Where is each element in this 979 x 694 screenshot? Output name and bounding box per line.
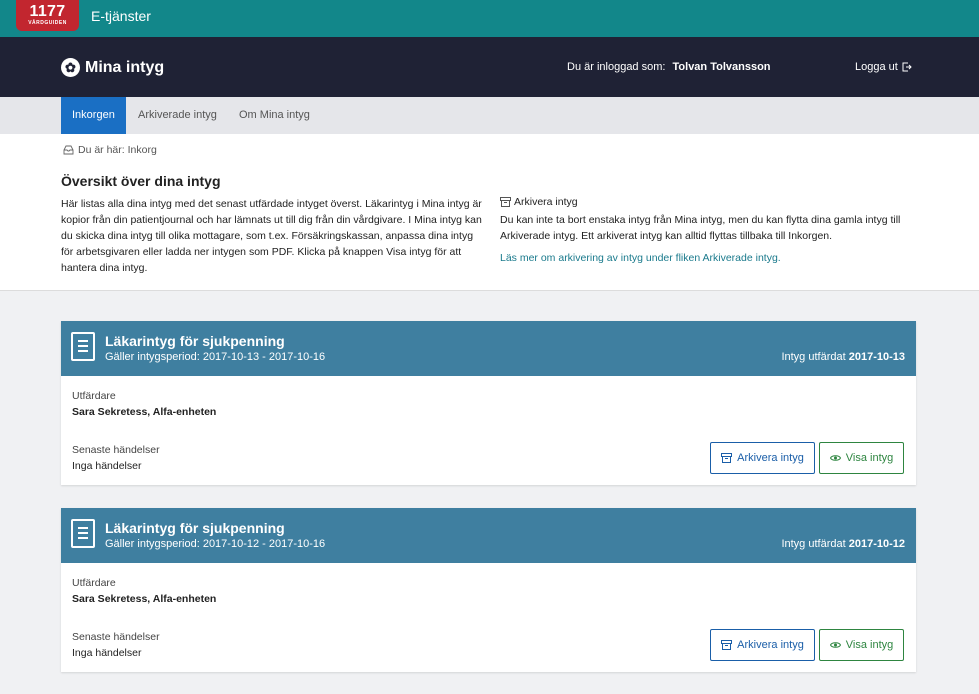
- user-name: Tolvan Tolvansson: [672, 61, 771, 73]
- certificate-title: Läkarintyg för sjukpenning: [105, 520, 285, 536]
- brand[interactable]: ✿ Mina intyg: [61, 58, 164, 77]
- certificate-card-header: Läkarintyg för sjukpenning Gäller intygs…: [61, 321, 916, 376]
- eye-icon: [829, 455, 841, 461]
- issuer-label: Utfärdare: [72, 577, 116, 589]
- service-title[interactable]: E-tjänster: [91, 8, 151, 24]
- breadcrumb-text: Du är här: Inkorg: [78, 144, 157, 156]
- archive-button-label: Arkivera intyg: [737, 639, 804, 651]
- certificate-card-header: Läkarintyg för sjukpenning Gäller intygs…: [61, 508, 916, 563]
- archive-info-text: Du kan inte ta bort enstaka intyg från M…: [500, 214, 901, 242]
- events-value: Inga händelser: [72, 460, 142, 472]
- show-button-label: Visa intyg: [845, 452, 894, 464]
- logged-in-label: Du är inloggad som:: [567, 61, 666, 73]
- tab-om-mina-intyg[interactable]: Om Mina intyg: [239, 97, 310, 134]
- top-bar: 1177 VÅRDGUIDEN E-tjänster: [0, 0, 979, 37]
- logout-label: Logga ut: [855, 61, 898, 73]
- logout-icon: [902, 62, 912, 72]
- app-header: ✿ Mina intyg Du är inloggad som: Tolvan …: [0, 37, 979, 97]
- intro-description: Här listas alla dina intyg med det senas…: [61, 198, 482, 274]
- show-certificate-button[interactable]: Visa intyg: [819, 442, 904, 474]
- logout-link[interactable]: Logga ut: [855, 61, 912, 73]
- issued-date: 2017-10-13: [848, 351, 905, 363]
- show-certificate-button[interactable]: Visa intyg: [819, 629, 904, 661]
- events-label: Senaste händelser: [72, 631, 160, 643]
- document-icon: [71, 519, 95, 548]
- archive-button-label: Arkivera intyg: [737, 452, 804, 464]
- archive-button[interactable]: Arkivera intyg: [710, 629, 815, 661]
- document-icon: [71, 332, 95, 361]
- inbox-icon: [63, 145, 74, 155]
- logo-subtitle: VÅRDGUIDEN: [28, 20, 67, 26]
- breadcrumb: Du är här: Inkorg: [63, 144, 157, 156]
- show-button-label: Visa intyg: [845, 639, 894, 651]
- certificate-period: Gäller intygsperiod: 2017-10-12 - 2017-1…: [105, 538, 326, 550]
- eye-icon: [829, 642, 841, 648]
- logged-in-info: Du är inloggad som: Tolvan Tolvansson: [567, 61, 771, 73]
- page-title: Översikt över dina intyg: [61, 173, 221, 189]
- intro-section: Du är här: Inkorg Översikt över dina int…: [0, 134, 979, 291]
- archive-info-link[interactable]: Läs mer om arkivering av intyg under fli…: [500, 252, 781, 264]
- issuer-label: Utfärdare: [72, 390, 116, 402]
- certificate-card: Läkarintyg för sjukpenning Gäller intygs…: [61, 321, 916, 485]
- tab-bar: Inkorgen Arkiverade intyg Om Mina intyg: [0, 97, 979, 134]
- archive-info-title-text: Arkivera intyg: [514, 196, 578, 208]
- archive-info-title: Arkivera intyg: [500, 196, 578, 208]
- issuer-value: Sara Sekretess, Alfa-enheten: [72, 406, 217, 418]
- archive-box-icon: [721, 453, 733, 463]
- tab-arkiverade-intyg[interactable]: Arkiverade intyg: [138, 97, 217, 134]
- events-label: Senaste händelser: [72, 444, 160, 456]
- issued-date: 2017-10-12: [848, 538, 905, 550]
- events-value: Inga händelser: [72, 647, 142, 659]
- certificate-issued: Intyg utfärdat 2017-10-13: [781, 351, 905, 363]
- archive-box-icon: [721, 640, 733, 650]
- issued-label: Intyg utfärdat: [781, 538, 846, 550]
- certificate-period: Gäller intygsperiod: 2017-10-13 - 2017-1…: [105, 351, 326, 363]
- certificate-card: Läkarintyg för sjukpenning Gäller intygs…: [61, 508, 916, 672]
- issuer-value: Sara Sekretess, Alfa-enheten: [72, 593, 217, 605]
- certificate-card-body: Utfärdare Sara Sekretess, Alfa-enheten S…: [61, 563, 916, 672]
- accessibility-person-icon: ✿: [61, 58, 80, 77]
- certificate-title: Läkarintyg för sjukpenning: [105, 333, 285, 349]
- archive-box-icon: [500, 197, 511, 207]
- brand-name: Mina intyg: [85, 58, 165, 76]
- issued-label: Intyg utfärdat: [781, 351, 846, 363]
- 1177-logo[interactable]: 1177 VÅRDGUIDEN: [16, 0, 79, 31]
- archive-button[interactable]: Arkivera intyg: [710, 442, 815, 474]
- logo-number: 1177: [29, 3, 66, 20]
- tab-inkorgen[interactable]: Inkorgen: [61, 97, 126, 134]
- certificate-issued: Intyg utfärdat 2017-10-12: [781, 538, 905, 550]
- certificate-card-body: Utfärdare Sara Sekretess, Alfa-enheten S…: [61, 376, 916, 485]
